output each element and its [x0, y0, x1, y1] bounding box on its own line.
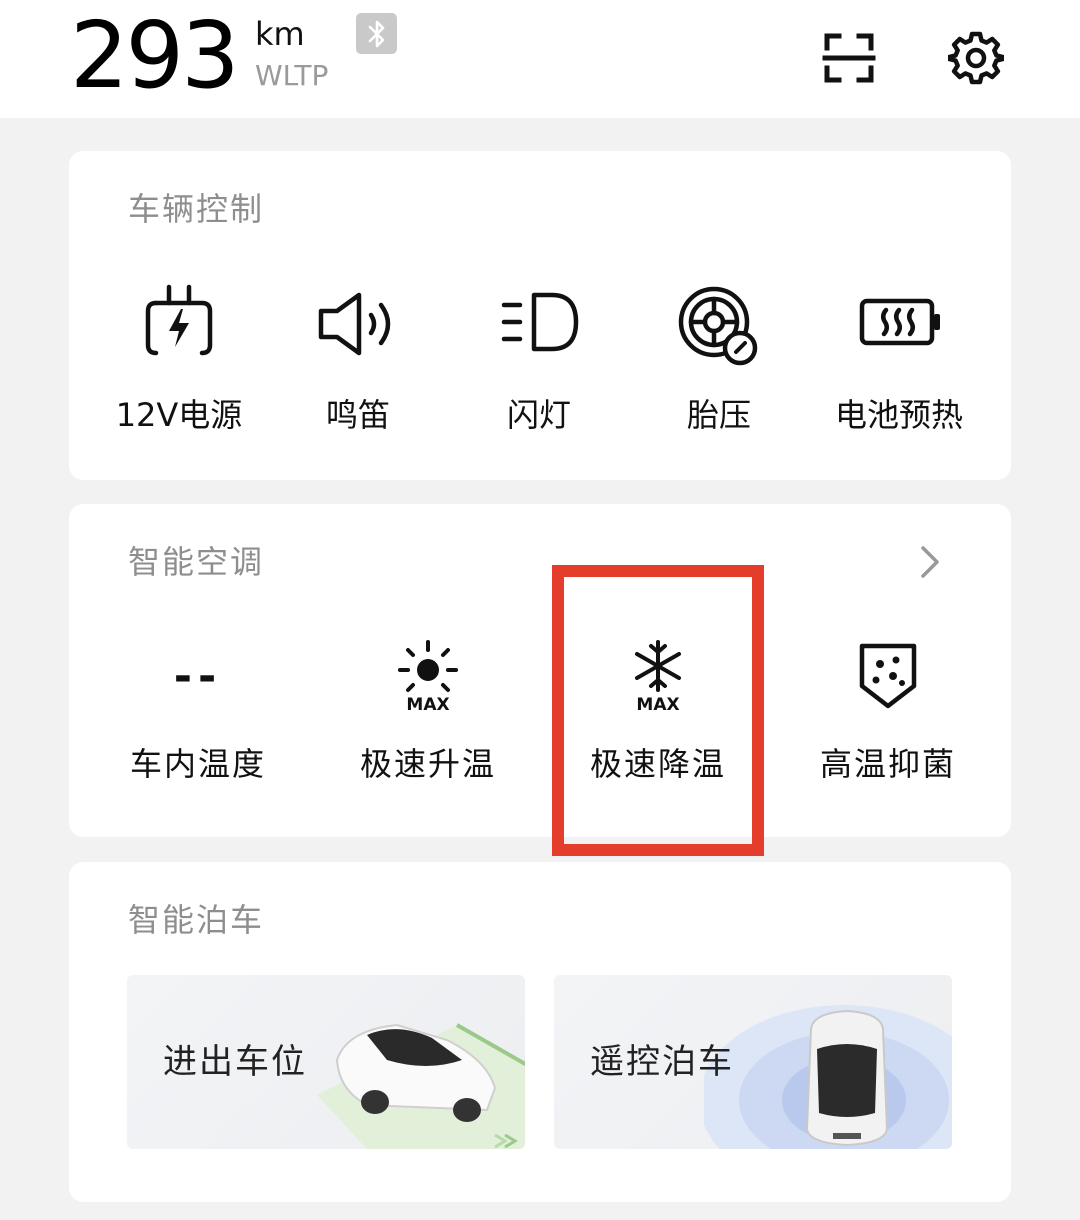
ac-cabin-temperature: -- 车内温度 [83, 636, 313, 784]
control-battery-preheat[interactable]: 电池预热 [809, 279, 989, 435]
ac-rapid-heating[interactable]: MAX 极速升温 [313, 636, 543, 784]
control-label: 胎压 [686, 396, 751, 434]
cabin-temperature-value: -- [173, 650, 223, 702]
control-label: 电池预热 [834, 396, 963, 434]
highlight-box [552, 565, 764, 856]
car-side-illustration [335, 1023, 497, 1122]
control-label: 闪灯 [506, 396, 571, 434]
tire-gauge-icon [678, 286, 758, 366]
temperature-value-box: -- [158, 636, 238, 716]
vehicle-control-card: 车辆控制 12V电源 鸣笛 闪灯 胎压 电池预热 [69, 151, 1011, 480]
shield-dots-icon [859, 643, 917, 709]
top-bar: 293 km WLTP [0, 0, 1080, 118]
smart-ac-card: 智能空调 -- 车内温度 MAX 极速升温 MAX 极速降温 高温抑菌 [69, 504, 1011, 837]
gear-icon[interactable] [948, 30, 1004, 86]
control-horn[interactable]: 鸣笛 [268, 279, 448, 435]
parking-tile-label: 遥控泊车 [590, 1042, 734, 1082]
scan-icon[interactable] [821, 30, 877, 86]
sun-max-icon: MAX [398, 640, 458, 715]
ac-high-temp-sterilization[interactable]: 高温抑菌 [773, 636, 1003, 784]
chevron-right-icon[interactable] [911, 544, 947, 580]
control-label: 12V电源 [115, 396, 243, 434]
ac-label: 车内温度 [129, 745, 266, 783]
ac-label: 高温抑菌 [819, 745, 956, 783]
section-title-smart-ac: 智能空调 [128, 543, 265, 581]
horn-speaker-icon [318, 292, 391, 356]
control-label: 鸣笛 [325, 396, 390, 434]
ac-label: 极速升温 [359, 745, 496, 783]
range-standard: WLTP [255, 59, 329, 92]
battery-heat-icon [859, 298, 940, 346]
section-title-vehicle-control: 车辆控制 [128, 190, 265, 228]
car-top-illustration [805, 1009, 889, 1147]
range-unit: km [255, 15, 305, 53]
smart-parking-card: 智能泊车 进出车位 遥控泊车 [69, 862, 1011, 1202]
section-title-smart-parking: 智能泊车 [128, 901, 265, 939]
parking-tile-remote[interactable]: 遥控泊车 [554, 975, 952, 1149]
control-flash-lights[interactable]: 闪灯 [449, 279, 629, 435]
sun-max-text: MAX [406, 695, 449, 715]
bluetooth-icon[interactable] [356, 13, 397, 54]
control-12v-power[interactable]: 12V电源 [89, 279, 269, 435]
range-value: 293 [70, 2, 240, 109]
plug-bolt-icon [145, 284, 213, 356]
control-tire-pressure[interactable]: 胎压 [629, 279, 809, 435]
parking-tile-label: 进出车位 [163, 1042, 307, 1082]
headlight-icon [501, 292, 579, 352]
parking-tile-in-out[interactable]: 进出车位 [127, 975, 525, 1149]
